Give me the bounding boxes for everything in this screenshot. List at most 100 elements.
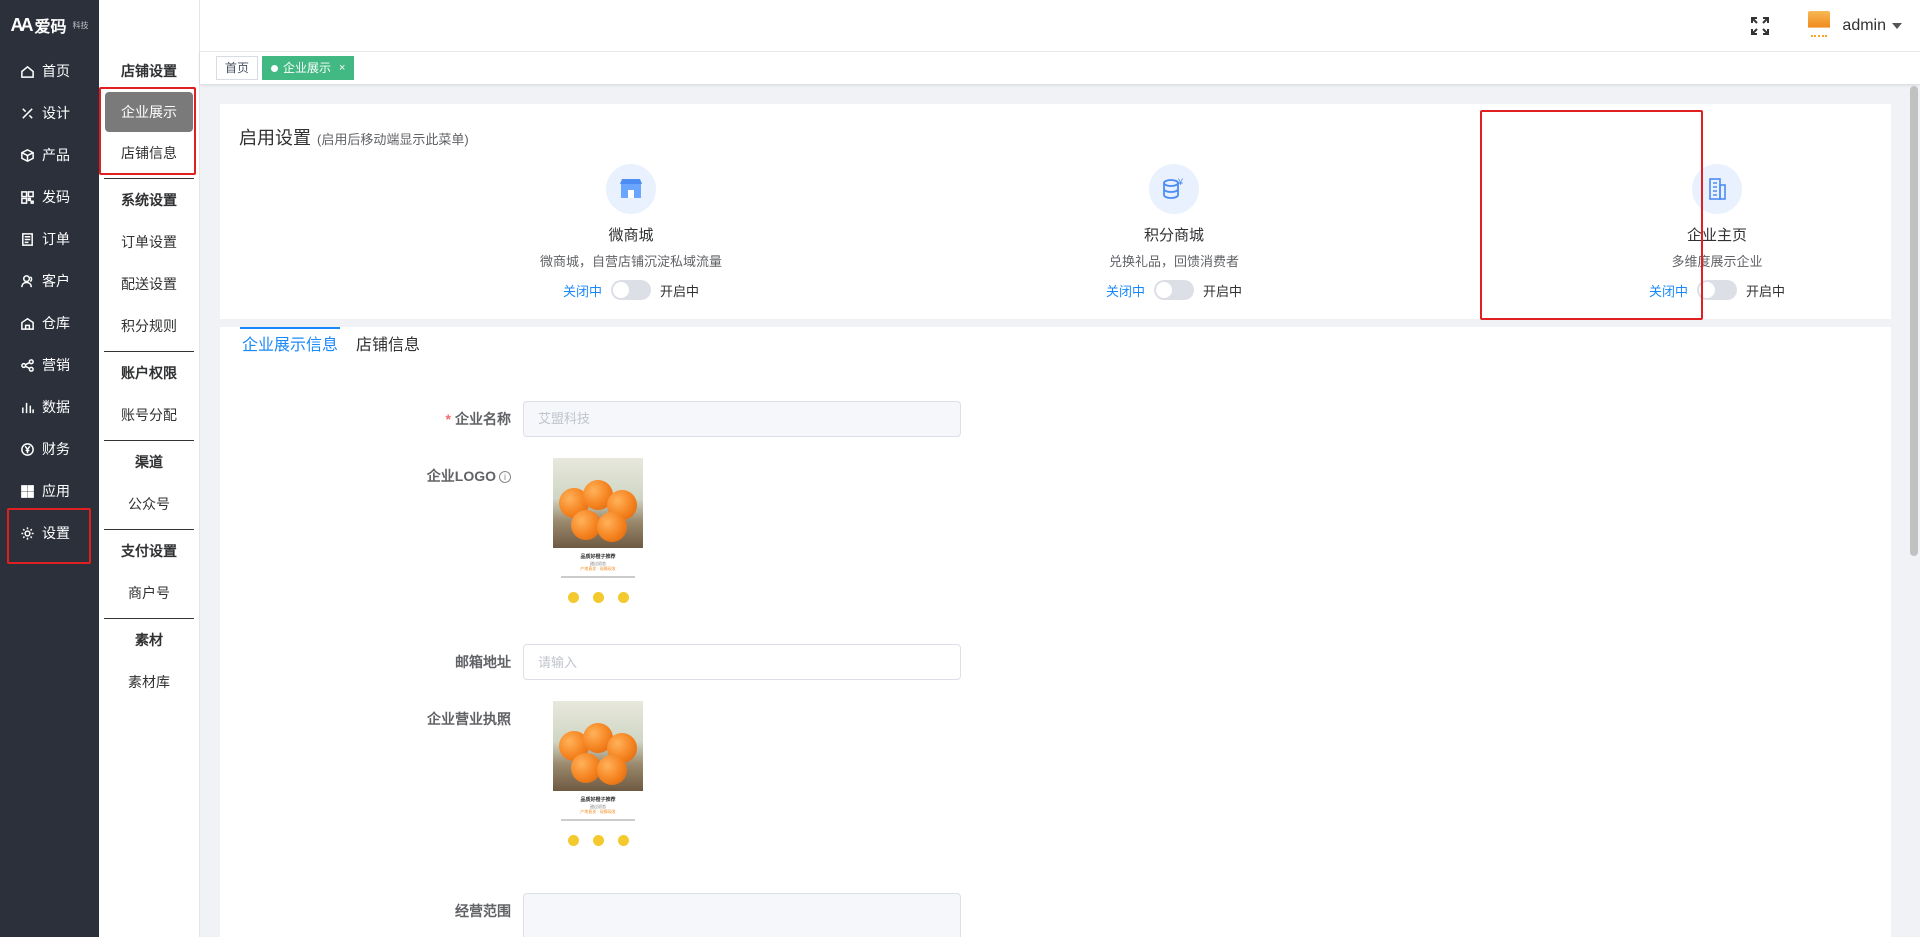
sidebar-item-label: 设计 (42, 105, 70, 121)
building-icon (1692, 164, 1742, 214)
form-row-license: 企业营业执照 品质好橙子推荐 甜过初恋 产地直发 · 现摘现发 (220, 701, 643, 851)
module-desc: 兑换礼品，回馈消费者 (1108, 254, 1239, 269)
poster-line3: 产地直发 · 现摘现发 (580, 566, 616, 571)
module-name: 微商城 (608, 227, 654, 244)
app-root: AA 爱码 科技 首页 设计 产品 发码 订单 客户 仓库 营销 数据 财务 应用 设置 店铺设置 企业… (0, 0, 1920, 937)
micro-mall-switch[interactable] (611, 280, 651, 300)
module-name: 企业主页 (1686, 227, 1747, 244)
email-input[interactable] (523, 644, 961, 680)
submenu-group: 系统设置订单设置 配送设置 积分规则 (99, 179, 199, 352)
poster-title: 品质好橙子推荐 (580, 797, 616, 803)
apps-icon (19, 483, 35, 499)
sidebar-item-apps[interactable]: 应用 (0, 470, 99, 512)
submenu-item[interactable]: 店铺信息 (99, 132, 199, 174)
logo-image[interactable]: 品质好橙子推荐 甜过初恋 产地直发 · 现摘现发 (553, 458, 643, 608)
section-title: 启用设置 (启用后移动端显示此菜单) (239, 124, 469, 150)
logo-mark-icon: AA (10, 14, 33, 35)
main-sidebar: AA 爱码 科技 首页设计产品 发码订单客户 仓库营销数据财务 应用 设置 (0, 0, 99, 937)
tab-store-info[interactable]: 店铺信息 (354, 327, 422, 365)
submenu-item[interactable]: 积分规则 (99, 305, 199, 347)
submenu-item[interactable]: 配送设置 (99, 263, 199, 305)
home-icon (19, 63, 35, 79)
switch-off-label: 关闭中 (1105, 283, 1145, 299)
sidebar-item-label: 订单 (42, 231, 70, 247)
top-header: admin (200, 0, 1920, 52)
poster-icons (553, 835, 643, 846)
submenu-item[interactable]: 素材库 (99, 661, 199, 703)
sidebar-item-yen[interactable]: 财务 (0, 428, 99, 470)
module-micro-mall: 微商城 微商城，自营店铺沉淀私域流量 关闭中 开启中 (511, 164, 751, 300)
required-mark: * (445, 411, 451, 427)
submenu-group-title: 支付设置 (121, 543, 177, 559)
submenu-group-title: 账户权限 (121, 365, 177, 381)
logo-sub: 科技 (72, 20, 89, 30)
scope-label: 经营范围 (455, 903, 511, 919)
sidebar-item-design[interactable]: 设计 (0, 92, 99, 134)
info-icon[interactable]: i (499, 471, 511, 483)
submenu-item[interactable]: 公众号 (99, 483, 199, 525)
submenu-group-title: 素材 (135, 632, 163, 648)
sidebar-item-share[interactable]: 营销 (0, 344, 99, 386)
customer-icon (19, 273, 35, 289)
poster-divider (561, 576, 635, 578)
points-mall-switch[interactable] (1154, 280, 1194, 300)
form-label: 经营范围 (220, 893, 523, 929)
sidebar-item-order[interactable]: 订单 (0, 218, 99, 260)
logo-label: 企业LOGO (426, 468, 496, 484)
submenu-group-title: 系统设置 (121, 192, 177, 208)
yen-icon (19, 441, 35, 457)
sidebar-item-label: 数据 (42, 399, 70, 415)
switch-off-label: 关闭中 (1648, 283, 1688, 299)
sidebar-item-box[interactable]: 产品 (0, 134, 99, 176)
qrcode-icon (19, 189, 35, 205)
company-name-input[interactable]: 艾盟科技 (523, 401, 961, 437)
submenu-item[interactable]: 商户号 (99, 572, 199, 614)
username[interactable]: admin (1842, 17, 1886, 35)
form-label: 企业营业执照 (220, 701, 523, 737)
sidebar-item-gear[interactable]: 设置 (0, 512, 99, 554)
sidebar-item-qrcode[interactable]: 发码 (0, 176, 99, 218)
submenu-item[interactable]: 账号分配 (99, 394, 199, 436)
fullscreen-icon[interactable] (1750, 16, 1770, 36)
tab-company-display-info[interactable]: 企业展示信息 (240, 327, 341, 365)
tabs: 企业展示信息 店铺信息 (240, 327, 436, 367)
warehouse-icon (19, 315, 35, 331)
poster-title: 品质好橙子推荐 (580, 554, 616, 560)
sidebar-item-warehouse[interactable]: 仓库 (0, 302, 99, 344)
scope-textarea[interactable] (523, 893, 961, 937)
svg-text:¥: ¥ (1177, 177, 1184, 187)
form-row-company-name: * 企业名称 艾盟科技 (220, 401, 961, 437)
poster-divider (561, 819, 635, 821)
avatar[interactable] (1808, 11, 1831, 41)
main-content: 启用设置 (启用后移动端显示此菜单) 微商城 微商城，自营店铺沉淀私域流量 关闭中… (220, 104, 1891, 937)
switch-on-label: 开启中 (1203, 283, 1243, 299)
tag-company-display[interactable]: 企业展示 × (262, 56, 355, 80)
company-name-label: 企业名称 (455, 411, 511, 427)
sidebar-item-bar-chart[interactable]: 数据 (0, 386, 99, 428)
close-icon[interactable]: × (339, 57, 345, 79)
form-label: 企业LOGO i (220, 458, 523, 494)
caret-down-icon[interactable] (1892, 23, 1902, 29)
sidebar-item-label: 营销 (42, 357, 70, 373)
orange-shape (597, 755, 627, 785)
license-image[interactable]: 品质好橙子推荐 甜过初恋 产地直发 · 现摘现发 (553, 701, 643, 851)
emoji-icon (592, 592, 604, 603)
poster-line3: 产地直发 · 现摘现发 (580, 809, 616, 814)
scrollbar[interactable] (1910, 86, 1918, 556)
form-label: 邮箱地址 (220, 644, 523, 680)
company-home-switch[interactable] (1697, 280, 1737, 300)
share-icon (19, 357, 35, 373)
sidebar-item-home[interactable]: 首页 (0, 50, 99, 92)
submenu-item[interactable]: 订单设置 (99, 221, 199, 263)
orange-shape (597, 512, 627, 542)
tag-home[interactable]: 首页 (216, 56, 259, 80)
enable-settings-card: 启用设置 (启用后移动端显示此菜单) 微商城 微商城，自营店铺沉淀私域流量 关闭中… (220, 104, 1891, 319)
logo: AA 爱码 科技 (0, 0, 99, 50)
sidebar-item-customer[interactable]: 客户 (0, 260, 99, 302)
tags-bar: 首页 企业展示 × (200, 52, 1920, 84)
module-name: 积分商城 (1143, 227, 1204, 244)
form-row-email: 邮箱地址 (220, 644, 961, 680)
module-company-home: 企业主页 多维度展示企业 关闭中 开启中 (1597, 164, 1837, 300)
submenu-group: 素材 素材库 (99, 619, 199, 703)
submenu-item[interactable]: 企业展示 (105, 92, 193, 132)
